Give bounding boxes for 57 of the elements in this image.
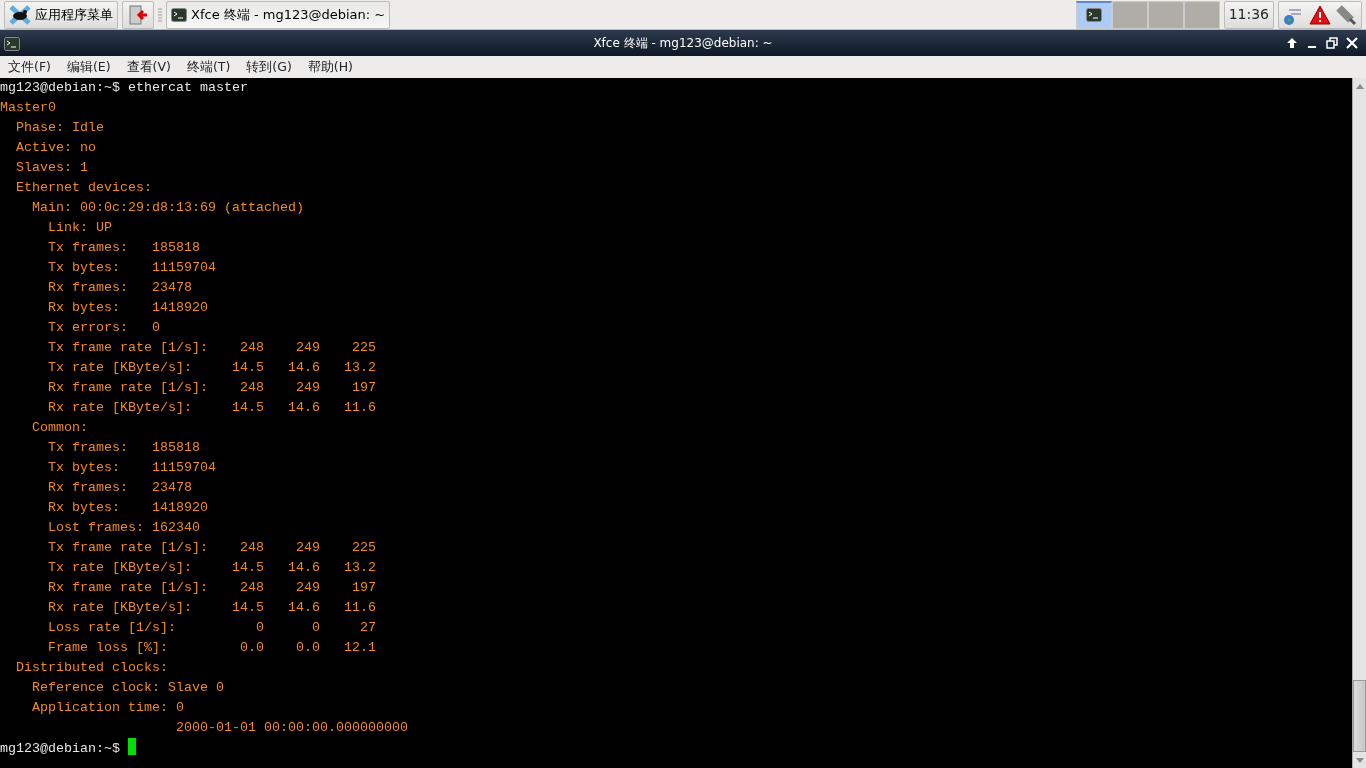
output-line: Loss rate [1/s]: 0 0 27: [47, 620, 376, 635]
output-line: Rx bytes: 1418920: [47, 300, 208, 315]
plug-icon[interactable]: [1335, 3, 1357, 26]
output-line: Distributed clocks:: [15, 660, 168, 675]
logout-button[interactable]: [122, 0, 154, 29]
output-line: Rx bytes: 1418920: [47, 500, 208, 515]
output-line: Master0: [0, 100, 56, 115]
prompt-line: mg123@debian:~$: [0, 741, 120, 756]
maximize-icon[interactable]: [1326, 37, 1338, 49]
output-line: Tx rate [KByte/s]: 14.5 14.6 13.2: [47, 360, 376, 375]
app-menu-button[interactable]: 应用程序菜单: [4, 0, 118, 29]
output-line: Ethernet devices:: [15, 180, 152, 195]
shade-arrow-icon[interactable]: [1286, 37, 1298, 49]
output-line: Rx rate [KByte/s]: 14.5 14.6 11.6: [47, 400, 376, 415]
taskbar-window-button[interactable]: Xfce 终端 - mg123@debian: ~: [166, 0, 391, 29]
output-line: Rx frame rate [1/s]: 248 249 197: [47, 380, 376, 395]
output-line: Common:: [31, 420, 88, 435]
output-line: Phase: Idle: [15, 120, 104, 135]
output-line: Active: no: [15, 140, 96, 155]
output-line: Tx frames: 185818: [47, 240, 200, 255]
output-line: Rx frame rate [1/s]: 248 249 197: [47, 580, 376, 595]
workspace-button[interactable]: [1075, 0, 1112, 29]
scrollbar[interactable]: [1352, 78, 1366, 768]
menu-item[interactable]: 查看(V): [126, 57, 171, 77]
output-line: Frame loss [%]: 0.0 0.0 12.1: [47, 640, 376, 655]
output-line: Rx frames: 23478: [47, 480, 192, 495]
window-title: Xfce 终端 - mg123@debian: ~: [593, 35, 773, 52]
output-line: Tx frames: 185818: [47, 440, 200, 455]
output-line: Tx errors: 0: [47, 320, 160, 335]
output-line: Rx rate [KByte/s]: 14.5 14.6 11.6: [47, 600, 376, 615]
output-line: Lost frames: 162340: [47, 520, 200, 535]
terminal-icon: [4, 36, 20, 51]
output-line: Tx rate [KByte/s]: 14.5 14.6 13.2: [47, 560, 376, 575]
menu-item[interactable]: 编辑(E): [66, 57, 111, 77]
menu-item[interactable]: 文件(F): [8, 57, 51, 77]
output-line: Reference clock: Slave 0: [31, 680, 224, 695]
output-line: Tx bytes: 11159704: [47, 460, 216, 475]
output-line: Tx frame rate [1/s]: 248 249 225: [47, 540, 376, 555]
output-line: 2000-01-01 00:00:00.000000000: [174, 720, 408, 735]
mouse-logo-icon: [9, 4, 31, 25]
close-icon[interactable]: [1346, 37, 1358, 49]
menu-item[interactable]: 终端(T): [186, 57, 231, 77]
output-line: Link: UP: [47, 220, 112, 235]
output-line: Main: 00:0c:29:d8:13:69 (attached): [31, 200, 304, 215]
output-line: Tx bytes: 11159704: [47, 260, 216, 275]
prompt-line: mg123@debian:~$ ethercat master: [0, 80, 248, 95]
menu-item[interactable]: 转到(G): [246, 57, 292, 77]
scrollbar-thumb[interactable]: [1353, 680, 1366, 752]
terminal-icon: [171, 7, 187, 22]
output-line: Tx frame rate [1/s]: 248 249 225: [47, 340, 376, 355]
output-line: Application time: 0: [31, 700, 184, 715]
output-line: Rx frames: 23478: [47, 280, 192, 295]
clock: 11:36: [1223, 0, 1274, 29]
warning-icon[interactable]: [1309, 4, 1331, 25]
output-line: Slaves: 1: [15, 160, 88, 175]
terminal-icon: [1085, 8, 1102, 22]
menu-item[interactable]: 帮助(H): [307, 57, 353, 77]
